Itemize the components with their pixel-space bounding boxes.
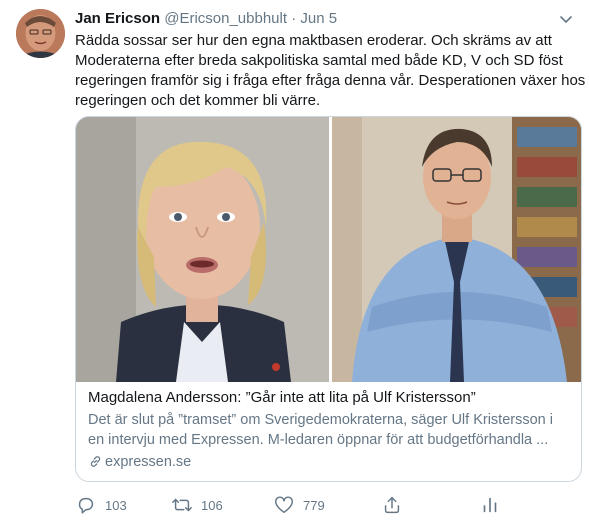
share-icon bbox=[384, 496, 400, 514]
avatar-image bbox=[16, 9, 65, 58]
reply-button[interactable]: 103 bbox=[75, 494, 127, 516]
card-description: Det är slut på ”tramset” om Sverigedemok… bbox=[88, 410, 573, 450]
card-domain-text: expressen.se bbox=[105, 454, 192, 470]
card-body: Magdalena Andersson: ”Går inte att lita … bbox=[88, 388, 573, 472]
tweet-date[interactable]: Jun 5 bbox=[300, 10, 337, 27]
card-description-line: Det är slut på ”tramset” om Sverigedemok… bbox=[88, 412, 553, 428]
author-handle[interactable]: @Ericson_ubbhult bbox=[164, 10, 287, 27]
card-title: Magdalena Andersson: ”Går inte att lita … bbox=[88, 389, 476, 406]
analytics-button[interactable] bbox=[479, 494, 501, 516]
link-icon bbox=[90, 456, 101, 467]
reply-icon bbox=[78, 497, 94, 514]
tweet-text: Rädda sossar ser hur den egna maktbasen … bbox=[75, 31, 586, 111]
tweet-text-line: regeringen framför sig i fråga efter frå… bbox=[75, 72, 586, 89]
chevron-down-icon bbox=[560, 16, 572, 23]
avatar[interactable] bbox=[16, 9, 65, 58]
share-button[interactable] bbox=[381, 494, 403, 516]
tweet-text-line: regeringen och det kommer bli värre. bbox=[75, 92, 321, 109]
like-count: 779 bbox=[303, 497, 325, 513]
retweet-count: 106 bbox=[201, 497, 223, 513]
retweet-button[interactable]: 106 bbox=[171, 494, 223, 516]
card-description-line: en intervju med Expressen. M-ledaren öpp… bbox=[88, 432, 549, 448]
card-domain: expressen.se bbox=[88, 452, 573, 472]
author-name[interactable]: Jan Ericson bbox=[75, 10, 160, 27]
tweet-text-line: Moderaterna efter breda sakpolitiska sam… bbox=[75, 52, 563, 69]
separator: · bbox=[291, 10, 297, 27]
tweet-text-line: Rädda sossar ser hur den egna maktbasen … bbox=[75, 32, 552, 49]
card-image-right bbox=[332, 117, 581, 382]
analytics-icon bbox=[483, 497, 497, 513]
retweet-icon bbox=[172, 498, 192, 512]
more-options-button[interactable] bbox=[555, 8, 577, 30]
tweet[interactable]: Jan Ericson @Ericson_ubbhult · Jun 5 Räd… bbox=[0, 0, 589, 522]
card-image-left bbox=[76, 117, 329, 382]
reply-count: 103 bbox=[105, 497, 127, 513]
tweet-header: Jan Ericson @Ericson_ubbhult · Jun 5 bbox=[75, 10, 337, 30]
link-card[interactable]: Magdalena Andersson: ”Går inte att lita … bbox=[75, 116, 582, 482]
heart-icon bbox=[275, 496, 293, 514]
like-button[interactable]: 779 bbox=[273, 494, 325, 516]
tweet-actions: 103 106 779 bbox=[75, 494, 575, 516]
